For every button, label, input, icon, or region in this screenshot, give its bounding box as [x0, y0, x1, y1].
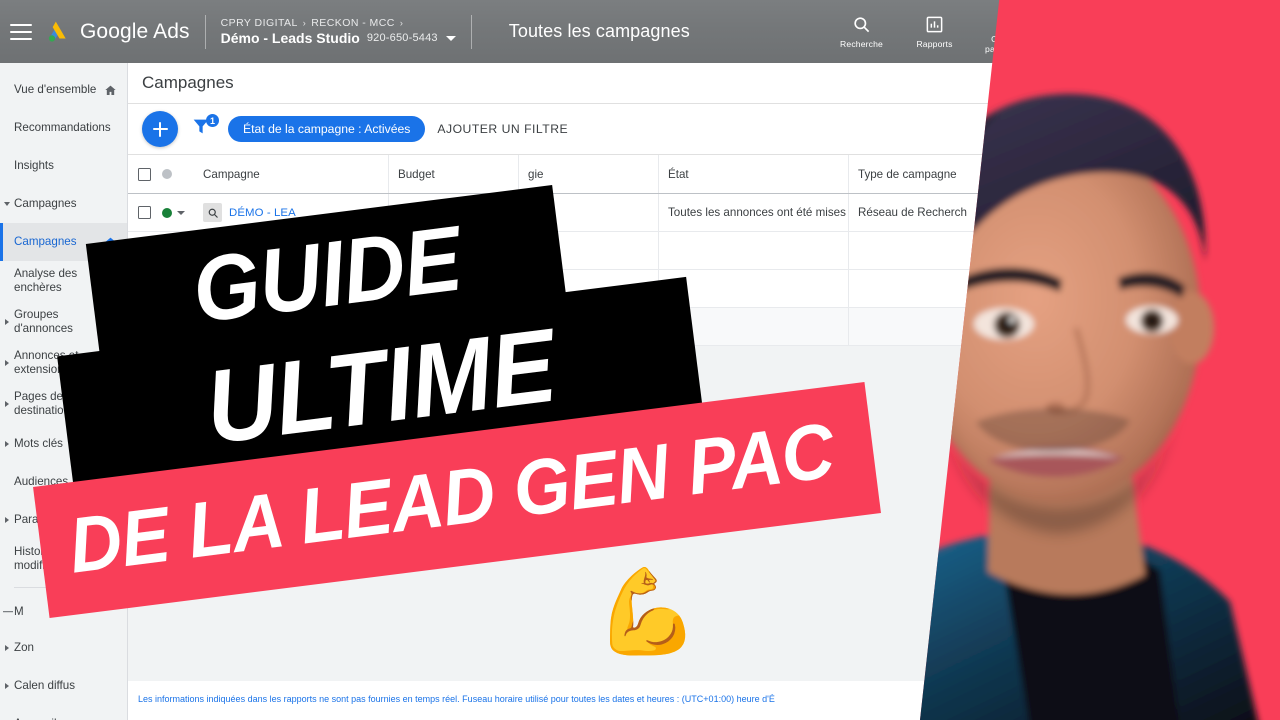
report-disclaimer-text: Les informations indiquées dans les rapp… — [138, 694, 775, 704]
status-header-cell — [160, 155, 194, 193]
select-all-checkbox[interactable] — [137, 167, 151, 181]
account-row[interactable]: Démo - Leads Studio 920-650-5443 — [221, 30, 456, 46]
flexed-biceps-emoji-icon: 💪 — [588, 559, 703, 665]
chevron-right-icon-2: › — [399, 18, 404, 28]
sidebar-label-campaigns-group: Campagnes — [14, 196, 77, 210]
chevron-down-icon-status[interactable] — [177, 210, 185, 215]
sidebar-item-ad-schedule[interactable]: Calen diffus — [0, 667, 127, 705]
sidebar-item-overview[interactable]: Vue d'ensemble — [0, 71, 127, 109]
page-title: Toutes les campagnes — [508, 21, 690, 41]
chevron-right-icon-1: › — [302, 18, 307, 28]
google-ads-logo[interactable]: Google Ads — [44, 18, 190, 45]
toolbar-label-reports: Rapports — [916, 38, 953, 49]
thumbnail-stage: Google Ads CPRY DIGITAL › RECKON - MCC ›… — [0, 0, 1280, 720]
brand-name: Google Ads — [80, 19, 190, 43]
select-all-checkbox-cell[interactable] — [128, 155, 160, 193]
toolbar-item-search[interactable]: Recherche — [825, 0, 898, 63]
header-campaign[interactable]: Campagne — [194, 155, 389, 193]
row-checkbox-cell[interactable] — [128, 194, 160, 231]
sidebar-label-ad-schedule: Calen diffus — [14, 678, 76, 692]
status-dot-icon — [162, 169, 172, 179]
account-selector[interactable]: CPRY DIGITAL › RECKON - MCC › Démo - Lea… — [221, 17, 456, 46]
sidebar-item-insights[interactable]: Insights — [0, 147, 127, 185]
header-state[interactable]: État — [659, 155, 849, 193]
google-ads-logo-icon — [48, 21, 66, 42]
hamburger-icon[interactable] — [10, 23, 32, 40]
account-id: 920-650-5443 — [366, 32, 438, 44]
toolbar-label-search: Recherche — [840, 38, 883, 49]
sidebar-label-overview: Vue d'ensemble — [14, 82, 97, 96]
campaign-name-link[interactable]: DÉMO - LEA — [229, 207, 296, 219]
report-disclaimer: Les informations indiquées dans les rapp… — [138, 694, 838, 704]
breadcrumb: CPRY DIGITAL › RECKON - MCC › — [221, 17, 456, 29]
header-divider-2 — [470, 14, 472, 49]
search-icon — [852, 14, 871, 35]
filter-funnel-icon[interactable]: 1 — [190, 114, 219, 143]
toolbar-item-reports[interactable]: Rapports — [898, 0, 971, 63]
search-campaign-icon — [203, 203, 222, 222]
filter-chip-campaign-status[interactable]: État de la campagne : Activées — [228, 116, 426, 142]
breadcrumb-item-1[interactable]: CPRY DIGITAL — [221, 17, 298, 29]
sidebar-label-devices: Appareils — [14, 717, 117, 720]
header-divider-1 — [204, 14, 206, 49]
sidebar-label-recommendations: Recommandations — [14, 120, 111, 134]
sidebar-item-locations[interactable]: Zon — [0, 629, 127, 667]
add-filter-button[interactable]: AJOUTER UN FILTRE — [437, 122, 568, 136]
status-active-icon — [162, 207, 172, 218]
sidebar-item-recommendations[interactable]: Recommandations — [0, 109, 127, 147]
add-campaign-button[interactable] — [142, 111, 178, 147]
filter-count-badge: 1 — [206, 114, 219, 127]
header-budget[interactable]: Budget — [389, 155, 519, 193]
sidebar-item-devices[interactable]: Appareils — [0, 705, 127, 720]
sidebar-label-insights: Insights — [14, 158, 54, 172]
sidebar-label-more: M — [14, 605, 24, 619]
bar-chart-icon — [925, 14, 944, 35]
breadcrumb-item-2[interactable]: RECKON - MCC — [311, 17, 395, 29]
row-checkbox[interactable] — [137, 206, 151, 219]
row-state-cell: Toutes les annonces ont été mises en ve — [659, 194, 849, 231]
content-title: Campagnes — [142, 73, 234, 92]
sidebar-group-campaigns[interactable]: Campagnes — [0, 185, 127, 223]
home-icon-overview — [104, 84, 117, 97]
chevron-down-icon[interactable] — [445, 35, 456, 41]
sidebar-label-locations: Zon — [14, 640, 34, 654]
account-name: Démo - Leads Studio — [220, 30, 360, 46]
row-status-cell[interactable] — [160, 194, 194, 231]
